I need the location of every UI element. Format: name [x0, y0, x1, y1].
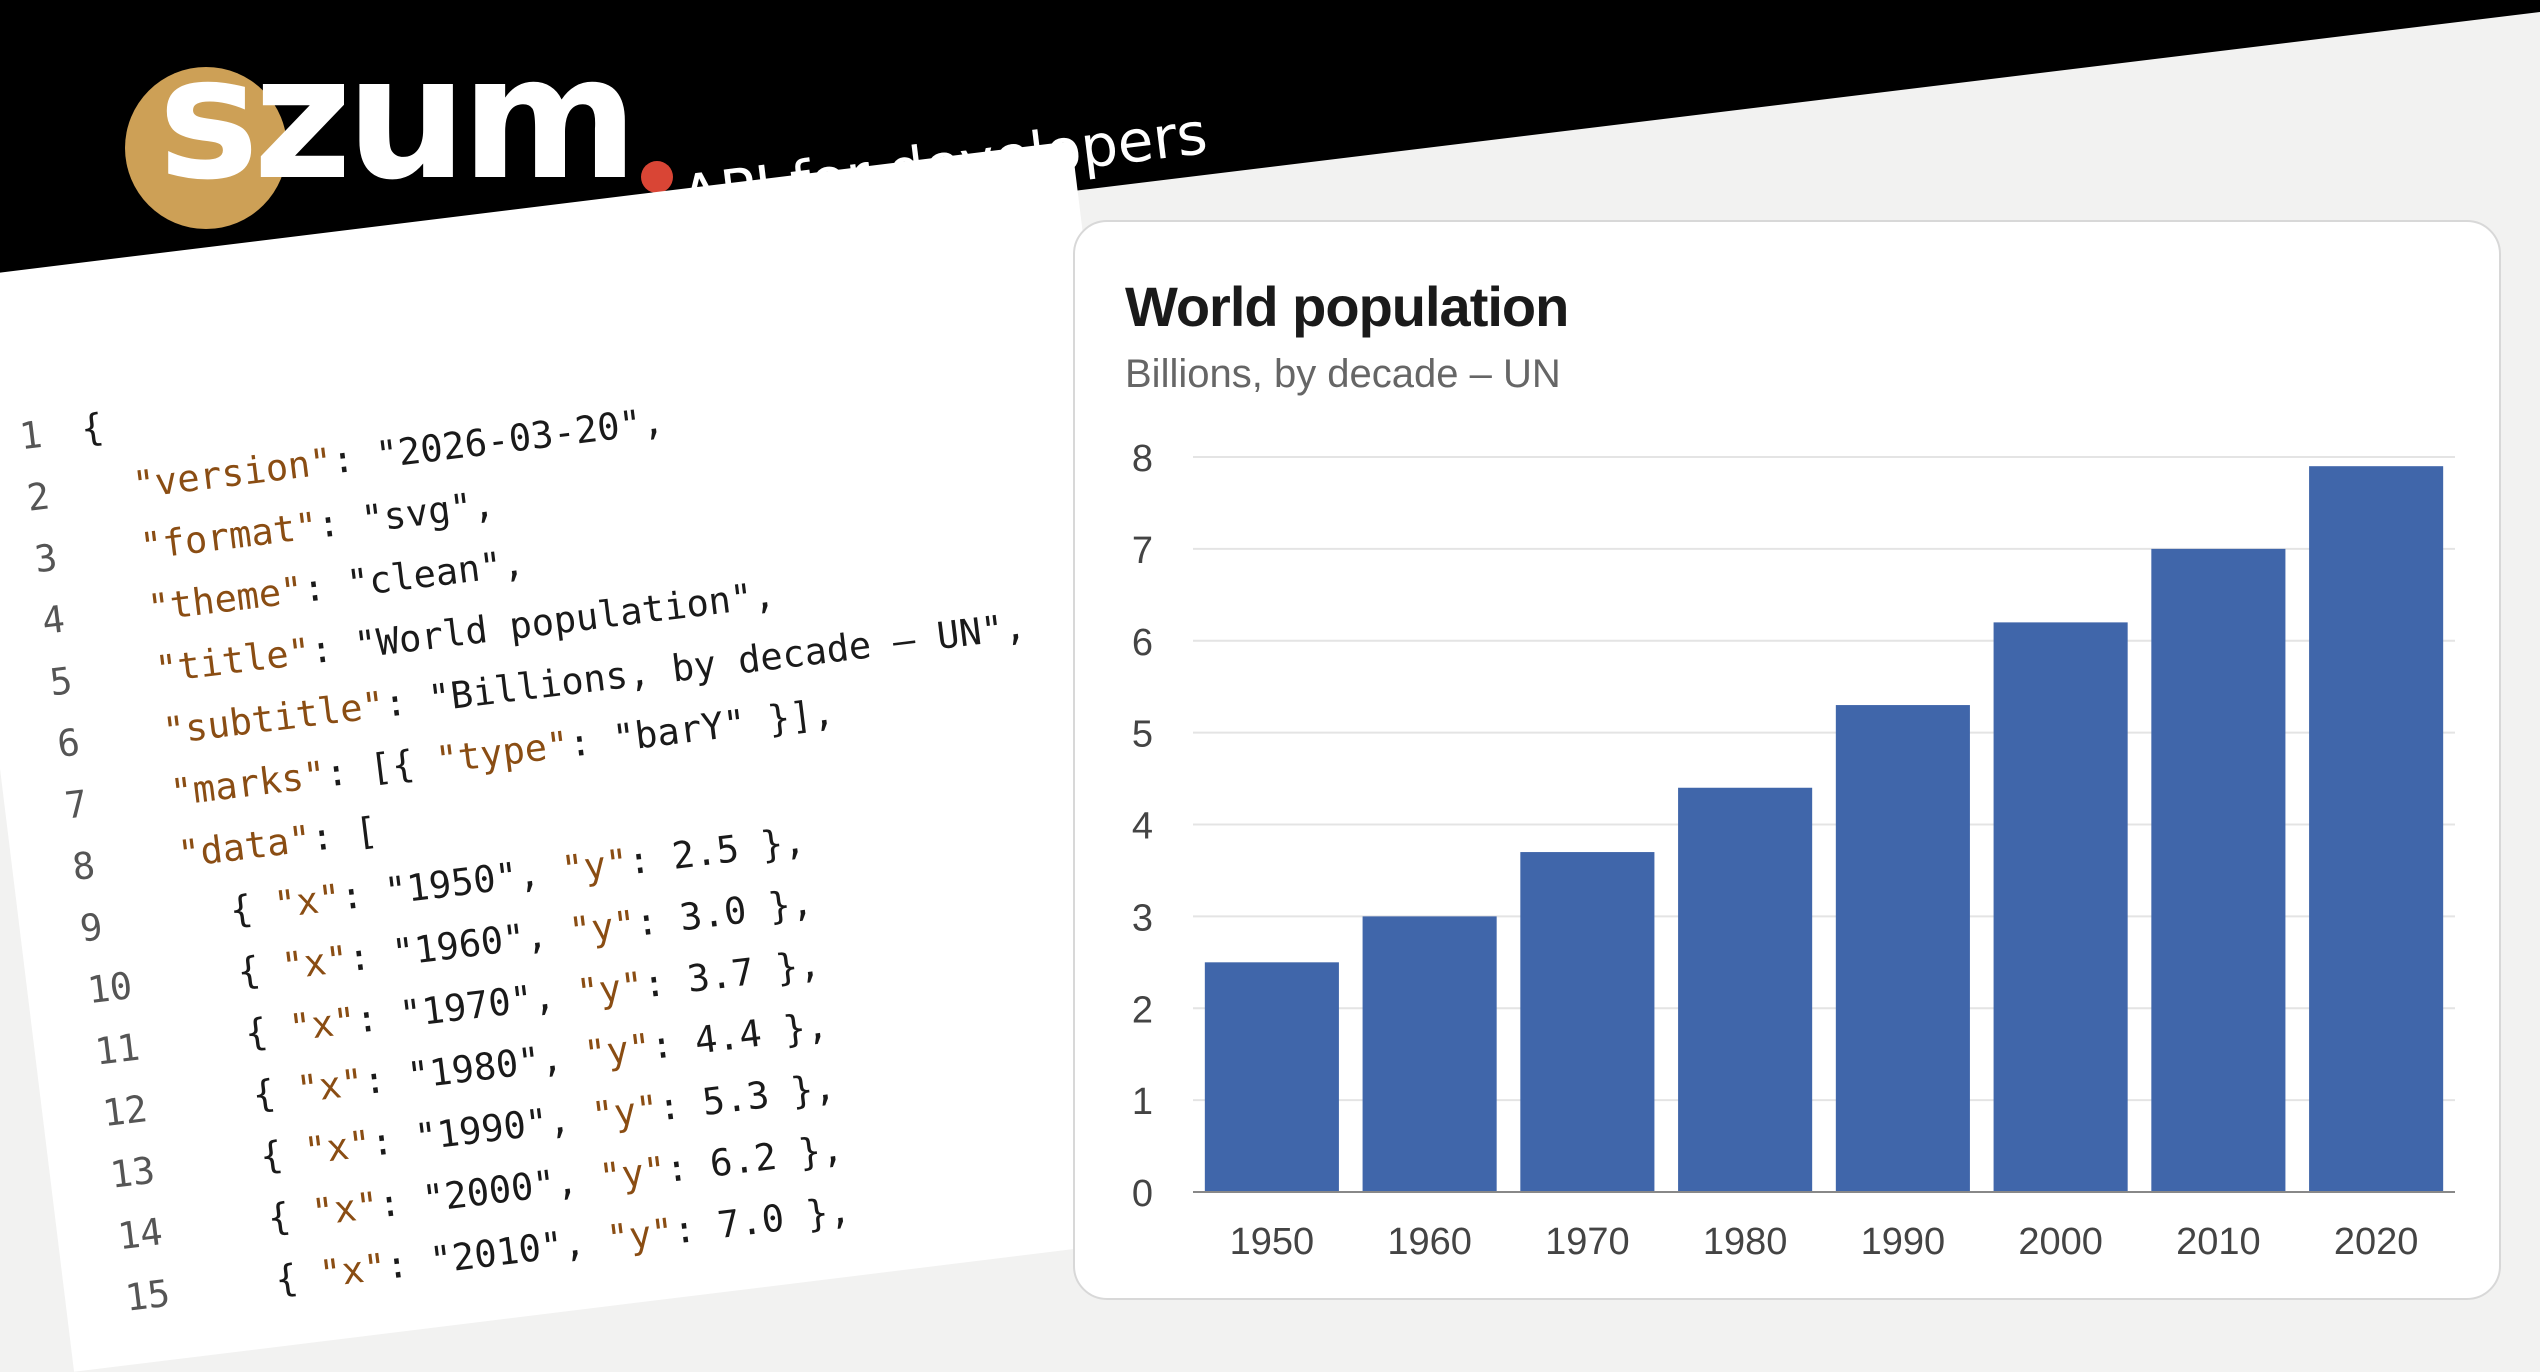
line-number: 8: [69, 843, 98, 890]
code-key: "x": [286, 999, 359, 1050]
line-number: 3: [32, 535, 60, 582]
line-number: 5: [47, 659, 75, 705]
chart-card: World population Billions, by decade – U…: [1073, 220, 2501, 1300]
y-tick-label: 0: [1132, 1173, 1153, 1215]
bar-1950: [1204, 962, 1339, 1192]
line-number: 10: [85, 964, 135, 1013]
y-tick-label: 4: [1132, 806, 1153, 848]
y-tick-label: 7: [1132, 530, 1153, 572]
line-number: 6: [54, 720, 83, 766]
y-tick-label: 8: [1132, 438, 1153, 480]
line-number: 9: [77, 905, 105, 951]
x-tick-label: 1980: [1703, 1221, 1788, 1263]
y-tick-label: 5: [1132, 714, 1153, 756]
line-number: 2: [24, 474, 53, 520]
x-tick-label: 2000: [2018, 1221, 2103, 1263]
line-number: 1: [17, 412, 45, 459]
code-key: "y": [581, 1025, 654, 1077]
code-key: "x": [294, 1060, 366, 1112]
code-key: "x": [271, 875, 344, 927]
code-key: "y": [574, 963, 646, 1015]
bar-1960: [1362, 916, 1497, 1192]
y-tick-label: 1: [1132, 1081, 1153, 1123]
code-key: "y": [559, 840, 631, 892]
line-number: 11: [92, 1025, 143, 1074]
x-tick-label: 1950: [1230, 1221, 1315, 1263]
bar-2010: [2151, 548, 2286, 1192]
bar-2000: [1993, 622, 2128, 1192]
line-number: 12: [100, 1087, 150, 1136]
bar-1970: [1520, 852, 1655, 1192]
bar-1980: [1678, 787, 1813, 1192]
code-key: "y": [589, 1086, 661, 1138]
line-number: 4: [39, 597, 68, 643]
x-tick-label: 2010: [2176, 1221, 2261, 1263]
code-key: "x": [279, 937, 351, 989]
code-lines: 1{2 "version": "2026-03-20", 3 "format": …: [16, 288, 1097, 1330]
x-tick-label: 1970: [1545, 1221, 1630, 1263]
code-text: : [: [308, 808, 380, 860]
code-key: "y": [604, 1209, 677, 1261]
line-number: 7: [62, 782, 90, 828]
bar-1990: [1835, 705, 1970, 1192]
logo-text: szum: [158, 20, 638, 218]
code-panel: 1{2 "version": "2026-03-20", 3 "format": …: [0, 141, 1206, 1372]
x-tick-label: 2020: [2334, 1221, 2419, 1263]
y-tick-label: 6: [1132, 622, 1153, 664]
y-tick-label: 3: [1132, 897, 1153, 939]
code-key: "x": [317, 1245, 389, 1296]
x-tick-label: 1990: [1861, 1221, 1946, 1263]
x-tick-label: 1960: [1387, 1221, 1472, 1263]
line-number: 13: [107, 1148, 158, 1197]
y-tick-label: 2: [1132, 989, 1153, 1031]
line-number: 14: [115, 1210, 165, 1259]
logo-dot: [641, 161, 673, 193]
code-key: "x": [301, 1122, 374, 1173]
bar-2020: [2309, 466, 2444, 1192]
code-key: "y": [566, 902, 639, 953]
code-key: "y": [596, 1148, 669, 1200]
code-key: "x": [309, 1183, 382, 1235]
line-number: 15: [122, 1271, 173, 1320]
bar-chart: 0 1 2 3 4 5 6 7 8 1950 1960 1970 1980 1990 2000 2010 202…: [1132, 438, 2455, 1263]
